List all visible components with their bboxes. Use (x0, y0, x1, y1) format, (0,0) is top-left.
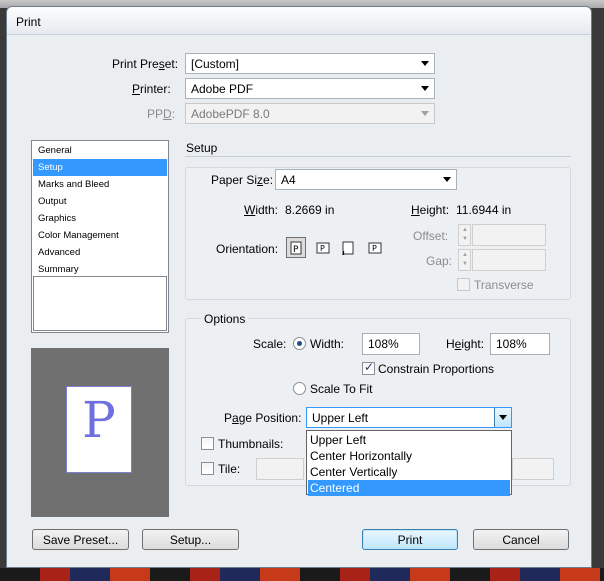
scale-label: Scale: (253, 337, 287, 351)
category-detail-box (33, 276, 167, 331)
gap-field (472, 249, 546, 271)
printer-select[interactable]: Adobe PDF (185, 78, 435, 99)
svg-text:P: P (342, 248, 345, 255)
background-artwork-strip (0, 568, 604, 581)
svg-text:P: P (293, 245, 299, 255)
options-section-title: Options (201, 312, 249, 326)
thumbnails-label: Thumbnails: (218, 437, 284, 451)
cancel-button[interactable]: Cancel (473, 529, 569, 550)
preview-page: P (66, 386, 132, 473)
offset-label: Offset: (413, 229, 449, 243)
page-preview: P (31, 348, 169, 517)
preview-glyph: P (82, 391, 116, 449)
page-position-option-center-vertically[interactable]: Center Vertically (308, 464, 510, 480)
setup-section-title: Setup (186, 141, 218, 155)
dropdown-button[interactable] (494, 408, 511, 427)
window-title: Print (16, 15, 41, 29)
reverse-portrait-icon: P (342, 241, 354, 255)
print-preset-label: Print Preset: (112, 57, 179, 71)
category-output[interactable]: Output (33, 193, 167, 210)
scale-height-label: Height: (446, 337, 485, 351)
ppd-select: AdobePDF 8.0 (185, 103, 435, 124)
scale-to-fit-label: Scale To Fit (310, 382, 373, 396)
checkmark-icon: ✓ (364, 360, 375, 374)
scale-width-field[interactable]: 108% (362, 333, 420, 355)
category-setup[interactable]: Setup (33, 159, 167, 176)
chevron-down-icon (443, 177, 451, 182)
gap-spinner: ▲ ▼ (458, 249, 471, 271)
page-position-value: Upper Left (312, 411, 369, 425)
paper-size-label: Paper Size: (211, 173, 274, 187)
title-bar: Print (7, 7, 591, 35)
radio-selected-dot (297, 341, 302, 346)
paper-height-value: 11.6944 in (456, 203, 512, 217)
scale-width-value: 108% (368, 337, 399, 351)
transverse-checkbox (457, 278, 470, 291)
scale-width-label: Width: (310, 337, 345, 351)
page-position-select[interactable]: Upper Left (306, 407, 512, 428)
page-position-option-upper-left[interactable]: Upper Left (308, 432, 510, 448)
paper-width-value: 8.2669 in (285, 203, 335, 217)
offset-field (472, 224, 546, 246)
constrain-proportions-checkbox[interactable]: ✓ (362, 360, 375, 375)
portrait-icon: P (290, 241, 302, 255)
reverse-landscape-icon: P (368, 242, 382, 254)
print-preset-value: [Custom] (191, 57, 240, 71)
constrain-proportions-label: Constrain Proportions (378, 362, 495, 376)
scale-to-fit-radio[interactable] (293, 382, 306, 395)
paper-width-label: Width: (244, 203, 279, 217)
orientation-reverse-portrait-button[interactable]: P (338, 237, 358, 258)
setup-separator (185, 156, 571, 157)
print-dialog: Print Print Preset: [Custom] Printer: Ad… (6, 6, 592, 568)
chevron-down-icon (421, 111, 429, 116)
paper-size-value: A4 (281, 173, 296, 187)
orientation-portrait-button[interactable]: P (286, 237, 306, 258)
printer-value: Adobe PDF (191, 82, 254, 96)
svg-text:P: P (372, 244, 377, 253)
orientation-label: Orientation: (216, 242, 279, 256)
page-position-option-center-horizontally[interactable]: Center Horizontally (308, 448, 510, 464)
paper-size-select[interactable]: A4 (275, 169, 457, 190)
category-marks-and-bleed[interactable]: Marks and Bleed (33, 176, 167, 193)
landscape-icon: P (316, 242, 330, 254)
category-color-management[interactable]: Color Management (33, 227, 167, 244)
print-preset-select[interactable]: [Custom] (185, 53, 435, 74)
scale-width-radio[interactable] (293, 337, 306, 350)
page-position-dropdown-list: Upper Left Center Horizontally Center Ve… (306, 430, 512, 496)
tile-checkbox[interactable] (201, 462, 214, 475)
tile-mode-field (256, 458, 304, 480)
chevron-down-icon (499, 415, 507, 420)
ppd-label: PPD: (147, 107, 176, 121)
print-button[interactable]: Print (362, 529, 458, 550)
orientation-landscape-button[interactable]: P (312, 237, 332, 258)
gap-label: Gap: (426, 254, 453, 268)
tile-overlap-field (512, 458, 554, 480)
setup-button[interactable]: Setup... (142, 529, 239, 550)
ppd-value: AdobePDF 8.0 (191, 107, 270, 121)
page-position-label: Page Position: (224, 411, 302, 425)
category-general[interactable]: General (33, 142, 167, 159)
save-preset-button[interactable]: Save Preset... (32, 529, 129, 550)
paper-height-label: Height: (411, 203, 450, 217)
scale-height-field[interactable]: 108% (490, 333, 550, 355)
tile-label: Tile: (218, 462, 241, 476)
printer-label: Printer: (132, 82, 171, 96)
page-position-option-centered[interactable]: Centered (308, 480, 510, 496)
thumbnails-checkbox[interactable] (201, 437, 214, 450)
svg-text:P: P (320, 244, 325, 253)
scale-height-value: 108% (496, 337, 527, 351)
transverse-label: Transverse (474, 278, 534, 292)
chevron-down-icon (421, 86, 429, 91)
category-graphics[interactable]: Graphics (33, 210, 167, 227)
orientation-reverse-landscape-button[interactable]: P (364, 237, 384, 258)
chevron-down-icon (421, 61, 429, 66)
offset-spinner: ▲ ▼ (458, 224, 471, 246)
category-advanced[interactable]: Advanced (33, 244, 167, 261)
